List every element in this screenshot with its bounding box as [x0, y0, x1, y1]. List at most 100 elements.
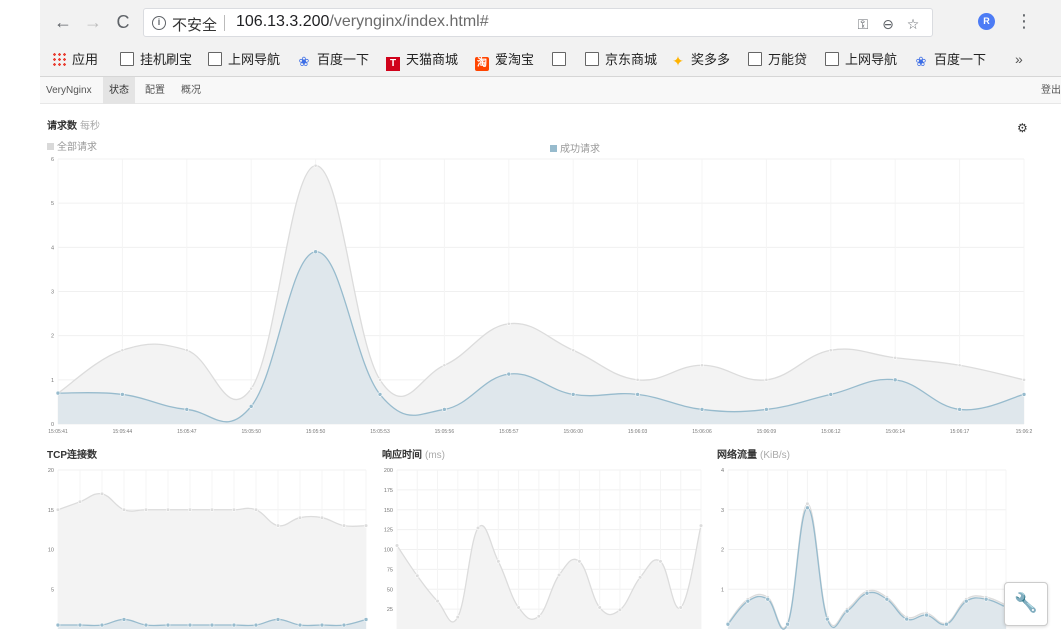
data-point — [944, 621, 949, 627]
x-tick-label: 15:06:09 — [757, 429, 777, 435]
x-tick-label: 15:05:44 — [113, 429, 133, 435]
data-point — [341, 622, 347, 628]
bookmark-item[interactable]: 上网导航 — [208, 50, 280, 70]
data-point — [77, 499, 83, 504]
x-tick-label: 15:06:06 — [692, 429, 712, 435]
zoom-icon[interactable]: ⊖ — [879, 16, 897, 33]
tab-status[interactable]: 状态 — [103, 77, 135, 104]
data-point — [121, 507, 127, 512]
x-tick-label: 15:05:53 — [370, 429, 390, 435]
url-text[interactable]: 106.13.3.200/verynginx/index.html# — [236, 13, 489, 31]
back-arrow-icon[interactable]: ← — [52, 10, 74, 34]
bookmark-item[interactable]: 万能贷 — [748, 50, 807, 70]
tab-config[interactable]: 配置 — [139, 77, 171, 104]
bookmark-item[interactable]: 上网导航 — [825, 50, 897, 70]
menu-dots-icon[interactable]: ⋮ — [1015, 9, 1033, 33]
data-point — [120, 348, 125, 353]
traffic-panel-title: 网络流量 (KiB/s) — [717, 446, 790, 461]
extension-icon[interactable]: R — [978, 13, 995, 30]
data-point — [805, 505, 810, 511]
bookmark-label: 京东商城 — [605, 52, 658, 67]
y-tick-label: 1 — [51, 378, 54, 384]
data-point — [884, 596, 890, 602]
data-point — [165, 507, 171, 512]
y-tick-label: 25 — [387, 607, 393, 613]
y-tick-label: 175 — [384, 488, 393, 494]
bookmark-item[interactable]: 挂机刷宝 — [120, 50, 192, 70]
data-point — [983, 596, 989, 602]
bookmark-item[interactable] — [552, 50, 572, 70]
taobao-icon: 淘 — [475, 57, 489, 71]
data-point — [394, 543, 400, 548]
data-point — [455, 614, 460, 620]
data-point — [475, 525, 481, 531]
data-point — [253, 622, 259, 628]
page-icon — [120, 52, 134, 66]
logout-link[interactable]: 登出 — [1041, 77, 1061, 104]
bookmark-item[interactable]: ❀ 百度一下 — [297, 50, 369, 70]
data-point — [363, 523, 369, 528]
y-tick-label: 3 — [721, 508, 724, 514]
brand-link[interactable]: VeryNginx — [40, 77, 98, 104]
data-point — [864, 590, 870, 596]
browser-chrome: ← → C i 不安全 106.13.3.200/verynginx/index… — [40, 0, 1061, 77]
bookmarks-more-button[interactable]: » — [1015, 51, 1023, 67]
reload-icon[interactable]: C — [112, 10, 134, 34]
data-point — [297, 622, 303, 628]
insecure-label: 不安全 — [172, 17, 218, 34]
data-point — [363, 617, 369, 622]
data-point — [516, 605, 521, 610]
y-tick-label: 75 — [387, 567, 393, 573]
gear-icon[interactable]: ⚙ — [1017, 121, 1028, 135]
bookmark-item[interactable]: 京东商城 — [585, 50, 657, 70]
data-point — [957, 363, 962, 368]
data-point — [924, 612, 929, 618]
address-bar[interactable]: i 不安全 106.13.3.200/verynginx/index.html#… — [143, 8, 933, 37]
response-unit: (ms) — [425, 450, 445, 461]
legend-all: 全部请求 — [47, 138, 97, 153]
data-point — [963, 598, 969, 604]
x-tick-label: 15:05:41 — [48, 429, 68, 435]
response-panel-title: 响应时间 (ms) — [382, 446, 445, 461]
info-icon[interactable]: i — [152, 16, 166, 30]
x-tick-label: 15:05:57 — [499, 429, 519, 435]
y-tick-label: 6 — [51, 157, 54, 163]
wrench-icon[interactable]: 🔧 — [1004, 582, 1048, 626]
bookmark-star-icon[interactable]: ☆ — [904, 16, 922, 33]
data-point — [143, 622, 149, 628]
bookmark-apps[interactable]: 应用 — [52, 50, 98, 70]
data-point — [635, 377, 640, 382]
paw-icon: ❀ — [915, 54, 927, 69]
tab-summary[interactable]: 概况 — [175, 77, 207, 104]
data-point — [297, 515, 303, 520]
data-point — [209, 622, 215, 628]
data-point — [570, 392, 576, 397]
tcp-panel-title: TCP连接数 — [47, 450, 97, 461]
y-tick-label: 150 — [384, 508, 393, 514]
y-tick-label: 200 — [384, 468, 393, 474]
x-tick-label: 15:06:14 — [885, 429, 905, 435]
bookmark-item[interactable]: ❀ 百度一下 — [914, 50, 986, 70]
data-point — [184, 348, 189, 353]
data-point — [638, 575, 643, 580]
data-point — [378, 377, 382, 382]
bookmark-label: 万能贷 — [768, 52, 808, 67]
legend-success-label: 成功请求 — [560, 144, 600, 155]
data-point — [275, 523, 281, 528]
key-icon[interactable]: ⚿ — [854, 16, 872, 33]
y-tick-label: 50 — [387, 587, 393, 593]
page-margin — [0, 0, 40, 632]
bookmark-label: 天猫商城 — [406, 52, 459, 67]
requests-title: 请求数 — [47, 121, 77, 132]
y-tick-label: 2 — [721, 548, 724, 554]
x-tick-label: 15:05:47 — [177, 429, 197, 435]
bookmark-item[interactable]: T 天猫商城 — [386, 50, 459, 71]
y-tick-label: 100 — [384, 548, 393, 554]
x-tick-label: 15:06:03 — [628, 429, 648, 435]
bookmark-item[interactable]: 淘爱淘宝 — [475, 50, 534, 71]
data-point — [313, 249, 318, 255]
data-point — [319, 515, 325, 520]
bookmark-item[interactable]: ✦ 奖多多 — [671, 50, 730, 70]
forward-arrow-icon[interactable]: → — [82, 10, 104, 34]
star-icon: ✦ — [672, 53, 684, 69]
